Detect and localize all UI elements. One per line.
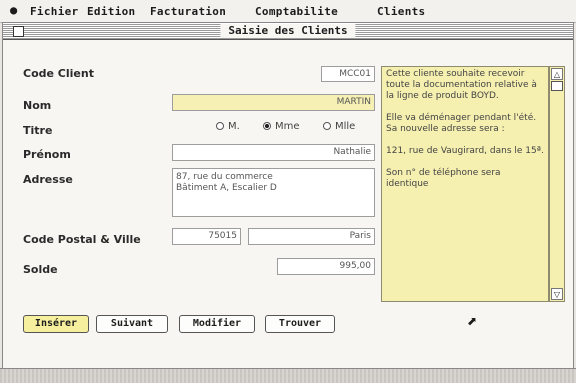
code-client-label: Code Client	[23, 67, 94, 80]
menu-edition[interactable]: Edition	[87, 5, 135, 18]
prenom-label: Prénom	[23, 148, 71, 161]
radio-unselected-icon	[216, 122, 224, 130]
ville-field[interactable]: Paris	[248, 228, 375, 245]
insert-button[interactable]: Insérer	[23, 315, 89, 333]
nom-label: Nom	[23, 99, 52, 112]
mouse-pointer-icon: ⬈	[467, 314, 478, 328]
radio-selected-icon	[263, 122, 271, 130]
notes-textarea[interactable]: Cette cliente souhaite recevoir toute la…	[381, 66, 549, 302]
menu-bar: ● Fichier Edition Facturation Comptabili…	[0, 0, 576, 23]
desktop-bottom-edge	[0, 368, 576, 383]
modify-button[interactable]: Modifier	[179, 315, 255, 333]
titre-label: Titre	[23, 124, 53, 137]
code-postal-field[interactable]: 75015	[172, 228, 241, 245]
solde-label: Solde	[23, 263, 58, 276]
menu-facturation[interactable]: Facturation	[150, 5, 226, 18]
apple-icon[interactable]: ●	[10, 3, 18, 17]
scroll-up-arrow-icon[interactable]: △	[551, 68, 563, 80]
code-client-field[interactable]: MCC01	[321, 66, 375, 82]
menu-clients[interactable]: Clients	[377, 5, 425, 18]
menu-comptabilite[interactable]: Comptabilite	[255, 5, 338, 18]
notes-scrollbar[interactable]: △ ▽	[549, 66, 565, 302]
radio-unselected-icon	[323, 122, 331, 130]
solde-field[interactable]: 995,00	[277, 258, 375, 275]
next-button[interactable]: Suivant	[96, 315, 168, 333]
window-title: Saisie des Clients	[220, 24, 356, 38]
titre-option-m: M.	[228, 121, 240, 132]
prenom-field[interactable]: Nathalie	[172, 144, 375, 161]
cp-ville-label: Code Postal & Ville	[23, 233, 141, 246]
title-bar[interactable]: Saisie des Clients	[3, 23, 573, 40]
adresse-label: Adresse	[23, 173, 73, 186]
menu-fichier[interactable]: Fichier	[30, 5, 78, 18]
titre-radio-mme[interactable]: Mme	[263, 121, 300, 132]
scroll-thumb[interactable]	[551, 81, 563, 91]
close-box-icon[interactable]	[13, 26, 24, 37]
client-entry-window: Saisie des Clients Code Client MCC01 Nom…	[2, 22, 574, 369]
adresse-field[interactable]: 87, rue du commerce Bâtiment A, Escalier…	[172, 168, 375, 217]
titre-option-mme: Mme	[275, 121, 300, 132]
find-button[interactable]: Trouver	[265, 315, 335, 333]
titre-radio-m[interactable]: M.	[216, 121, 240, 132]
scroll-down-arrow-icon[interactable]: ▽	[551, 288, 563, 300]
nom-field[interactable]: MARTIN	[172, 94, 375, 111]
titre-radio-mlle[interactable]: Mlle	[323, 121, 355, 132]
titre-option-mlle: Mlle	[335, 121, 356, 132]
